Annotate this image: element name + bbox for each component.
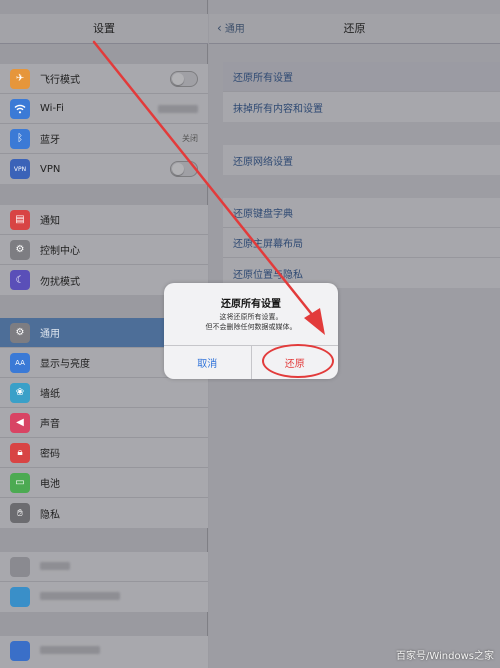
- sidebar-item-label: 通知: [40, 216, 60, 227]
- sidebar-item-label: 控制中心: [40, 246, 80, 257]
- sidebar-item-battery[interactable]: ▭ 电池: [0, 468, 208, 498]
- cancel-button[interactable]: 取消: [164, 346, 252, 379]
- alert-message: 这将还原所有设置。 但不会删除任何数据或媒体。: [164, 312, 338, 332]
- reset-network-settings-item[interactable]: 还原网络设置: [223, 145, 500, 175]
- vpn-icon: VPN: [10, 159, 30, 179]
- sidebar-item-wallpaper[interactable]: ❀ 墙纸: [0, 378, 208, 408]
- redacted-label: [40, 562, 70, 570]
- sidebar-item-wifi[interactable]: Wi-Fi: [0, 94, 208, 124]
- sidebar-item-label: VPN: [40, 163, 61, 175]
- sidebar-item-sounds[interactable]: ◀ 声音: [0, 408, 208, 438]
- bluetooth-icon: ᛒ: [10, 128, 30, 149]
- reset-group-1: 还原所有设置 抹掉所有内容和设置: [223, 62, 500, 122]
- sidebar-group-accounts: [0, 552, 208, 612]
- alert-message-line-1: 这将还原所有设置。: [219, 313, 283, 321]
- reset-all-settings-item[interactable]: 还原所有设置: [223, 62, 500, 92]
- sidebar-group-apps: [0, 636, 208, 668]
- sidebar-item-privacy[interactable]: ✋︎ 隐私: [0, 498, 208, 528]
- display-icon: AA: [10, 352, 30, 373]
- sidebar-item-redacted[interactable]: [0, 582, 208, 612]
- app-icon: [10, 556, 30, 577]
- sidebar-item-label: Wi-Fi: [40, 103, 64, 114]
- moon-icon: ☾: [10, 270, 30, 290]
- wallpaper-icon: ❀: [10, 382, 30, 403]
- vpn-toggle[interactable]: [170, 161, 198, 177]
- sidebar-title: 设置: [93, 22, 115, 35]
- reset-keyboard-dictionary-item[interactable]: 还原键盘字典: [223, 198, 500, 228]
- wifi-icon: [10, 98, 30, 119]
- notifications-icon: ▤: [10, 209, 30, 230]
- alert-message-line-2: 但不会删除任何数据或媒体。: [205, 323, 297, 331]
- sidebar-item-label: 飞行模式: [40, 75, 80, 86]
- page-title: 还原: [343, 22, 366, 35]
- sidebar-item-bluetooth[interactable]: ᛒ 蓝牙 关闭: [0, 124, 208, 154]
- sound-icon: ◀: [10, 412, 30, 433]
- alert-title: 还原所有设置: [221, 299, 281, 310]
- reset-group-2: 还原网络设置: [223, 145, 500, 175]
- sidebar-item-label: 电池: [40, 479, 60, 490]
- app-icon: [10, 587, 30, 607]
- redacted-label: [40, 646, 100, 654]
- sidebar-item-label: 声音: [40, 419, 60, 430]
- sidebar-item-label: 显示与亮度: [40, 359, 90, 370]
- app-icon: [10, 641, 30, 661]
- sidebar-item-notifications[interactable]: ▤ 通知: [0, 205, 208, 235]
- sidebar-item-label: 通用: [40, 329, 60, 340]
- sidebar-item-redacted[interactable]: [0, 552, 208, 582]
- battery-icon: ▭: [10, 472, 30, 493]
- sidebar-item-passcode[interactable]: 🔒︎ 密码: [0, 438, 208, 468]
- sidebar-item-control-center[interactable]: ⚙ 控制中心: [0, 235, 208, 265]
- sidebar-item-label: 隐私: [40, 509, 60, 521]
- sidebar-item-vpn[interactable]: VPN VPN: [0, 154, 208, 184]
- sidebar-group-connectivity: ✈ 飞行模式 Wi-Fi ᛒ 蓝牙 关闭 VPN VPN: [0, 64, 208, 184]
- airplane-mode-toggle[interactable]: [170, 70, 198, 87]
- sidebar-header: 设置: [0, 14, 208, 44]
- hand-icon: ✋︎: [10, 503, 30, 523]
- sidebar-item-label: 密码: [40, 449, 60, 460]
- reset-group-3: 还原键盘字典 还原主屏幕布局 还原位置与隐私: [223, 198, 500, 288]
- passcode-icon: 🔒︎: [10, 442, 30, 463]
- reset-home-screen-layout-item[interactable]: 还原主屏幕布局: [223, 228, 500, 258]
- highlight-circle-annotation: [262, 344, 334, 378]
- sidebar-item-redacted[interactable]: [0, 636, 208, 666]
- sidebar-item-label: 蓝牙: [40, 135, 60, 146]
- sidebar-item-label: 墙纸: [40, 389, 60, 400]
- watermark: 百家号/Windows之家: [395, 651, 494, 662]
- wifi-network-value: [158, 105, 198, 113]
- bluetooth-value: 关闭: [182, 134, 198, 143]
- control-center-icon: ⚙: [10, 239, 30, 260]
- sidebar-item-airplane-mode[interactable]: ✈ 飞行模式: [0, 64, 208, 94]
- sidebar-item-label: 勿扰模式: [40, 276, 80, 288]
- detail-header: ‹ 通用 还原: [209, 14, 500, 44]
- erase-all-content-item[interactable]: 抹掉所有内容和设置: [223, 92, 500, 122]
- sidebar-group-system: ▤ 通知 ⚙ 控制中心 ☾ 勿扰模式: [0, 205, 208, 295]
- redacted-label: [40, 592, 120, 600]
- airplane-icon: ✈: [10, 68, 30, 89]
- gear-icon: ⚙: [10, 322, 30, 343]
